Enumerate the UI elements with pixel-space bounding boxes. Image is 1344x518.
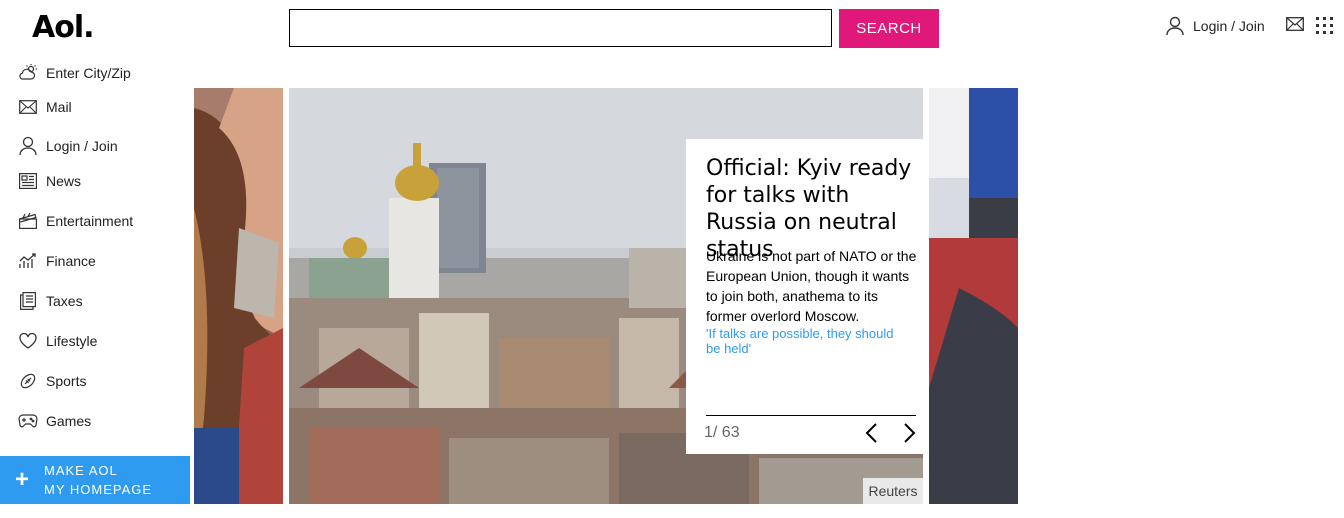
photo-credit: Reuters: [863, 478, 923, 504]
search-button[interactable]: SEARCH: [839, 9, 939, 48]
mail-icon: [1286, 17, 1304, 31]
sidebar-item-mail[interactable]: Mail: [18, 96, 72, 118]
sidebar-item-entertainment[interactable]: Entertainment: [18, 210, 133, 232]
homepage-line2: MY HOMEPAGE: [44, 482, 153, 497]
clapperboard-icon: [18, 211, 38, 231]
sidebar-item-taxes[interactable]: Taxes: [18, 290, 83, 312]
chevron-right-icon: [904, 423, 916, 443]
carousel-prev-button[interactable]: [862, 422, 882, 444]
sidebar-item-label: Mail: [46, 99, 72, 115]
homepage-button-label: MAKE AOL MY HOMEPAGE: [44, 461, 152, 499]
slide-counter: 1/ 63: [704, 424, 740, 441]
football-icon: [18, 371, 38, 391]
carousel-next-button[interactable]: [899, 422, 919, 444]
header-login-link[interactable]: Login / Join: [1166, 15, 1265, 37]
aol-logo[interactable]: Aol.: [32, 10, 95, 45]
chevron-left-icon: [865, 423, 877, 443]
sidebar-item-games[interactable]: Games: [18, 410, 91, 432]
news-icon: [18, 171, 38, 191]
make-aol-homepage-button[interactable]: + MAKE AOL MY HOMEPAGE: [0, 456, 190, 504]
sidebar-item-label: Lifestyle: [46, 333, 98, 349]
sidebar-item-login[interactable]: Login / Join: [18, 135, 118, 157]
related-story-link[interactable]: 'If talks are possible, they should be h…: [706, 326, 911, 356]
apps-grid-icon: [1316, 17, 1333, 34]
finance-chart-icon: [18, 251, 38, 271]
story-card: Official: Kyiv ready for talks with Russ…: [686, 139, 924, 454]
sidebar-item-label: Enter City/Zip: [46, 65, 131, 81]
carousel-prev-slide-image[interactable]: [194, 88, 283, 504]
carousel-next-slide-image[interactable]: [929, 88, 1018, 504]
story-summary: Ukraine is not part of NATO or the Europ…: [706, 248, 917, 324]
sidebar-item-label: Entertainment: [46, 213, 134, 229]
mail-icon: [18, 97, 38, 117]
heart-icon: [18, 331, 38, 351]
sidebar-item-label: Finance: [46, 253, 96, 269]
weather-icon: [18, 63, 38, 83]
sidebar-item-label: News: [46, 173, 82, 189]
plus-icon: +: [14, 466, 29, 493]
sidebar-item-label: Sports: [46, 373, 87, 389]
header-apps-button[interactable]: [1316, 17, 1334, 40]
sidebar-item-news[interactable]: News: [18, 170, 81, 192]
user-icon: [1166, 16, 1184, 36]
header-mail-button[interactable]: [1286, 17, 1304, 36]
sidebar-item-label: Login / Join: [46, 138, 118, 154]
search-input[interactable]: [289, 9, 832, 47]
gamepad-icon: [18, 411, 38, 431]
homepage-line1: MAKE AOL: [44, 463, 118, 478]
sidebar-item-label: Taxes: [46, 293, 83, 309]
sidebar-item-weather[interactable]: Enter City/Zip: [18, 62, 131, 84]
header-login-label: Login / Join: [1193, 18, 1265, 34]
card-divider: [706, 415, 916, 416]
user-icon: [18, 136, 38, 156]
sidebar-item-lifestyle[interactable]: Lifestyle: [18, 330, 97, 352]
sidebar-item-sports[interactable]: Sports: [18, 370, 86, 392]
sidebar-item-label: Games: [46, 413, 92, 429]
taxes-document-icon: [18, 291, 38, 311]
sidebar-item-finance[interactable]: Finance: [18, 250, 96, 272]
